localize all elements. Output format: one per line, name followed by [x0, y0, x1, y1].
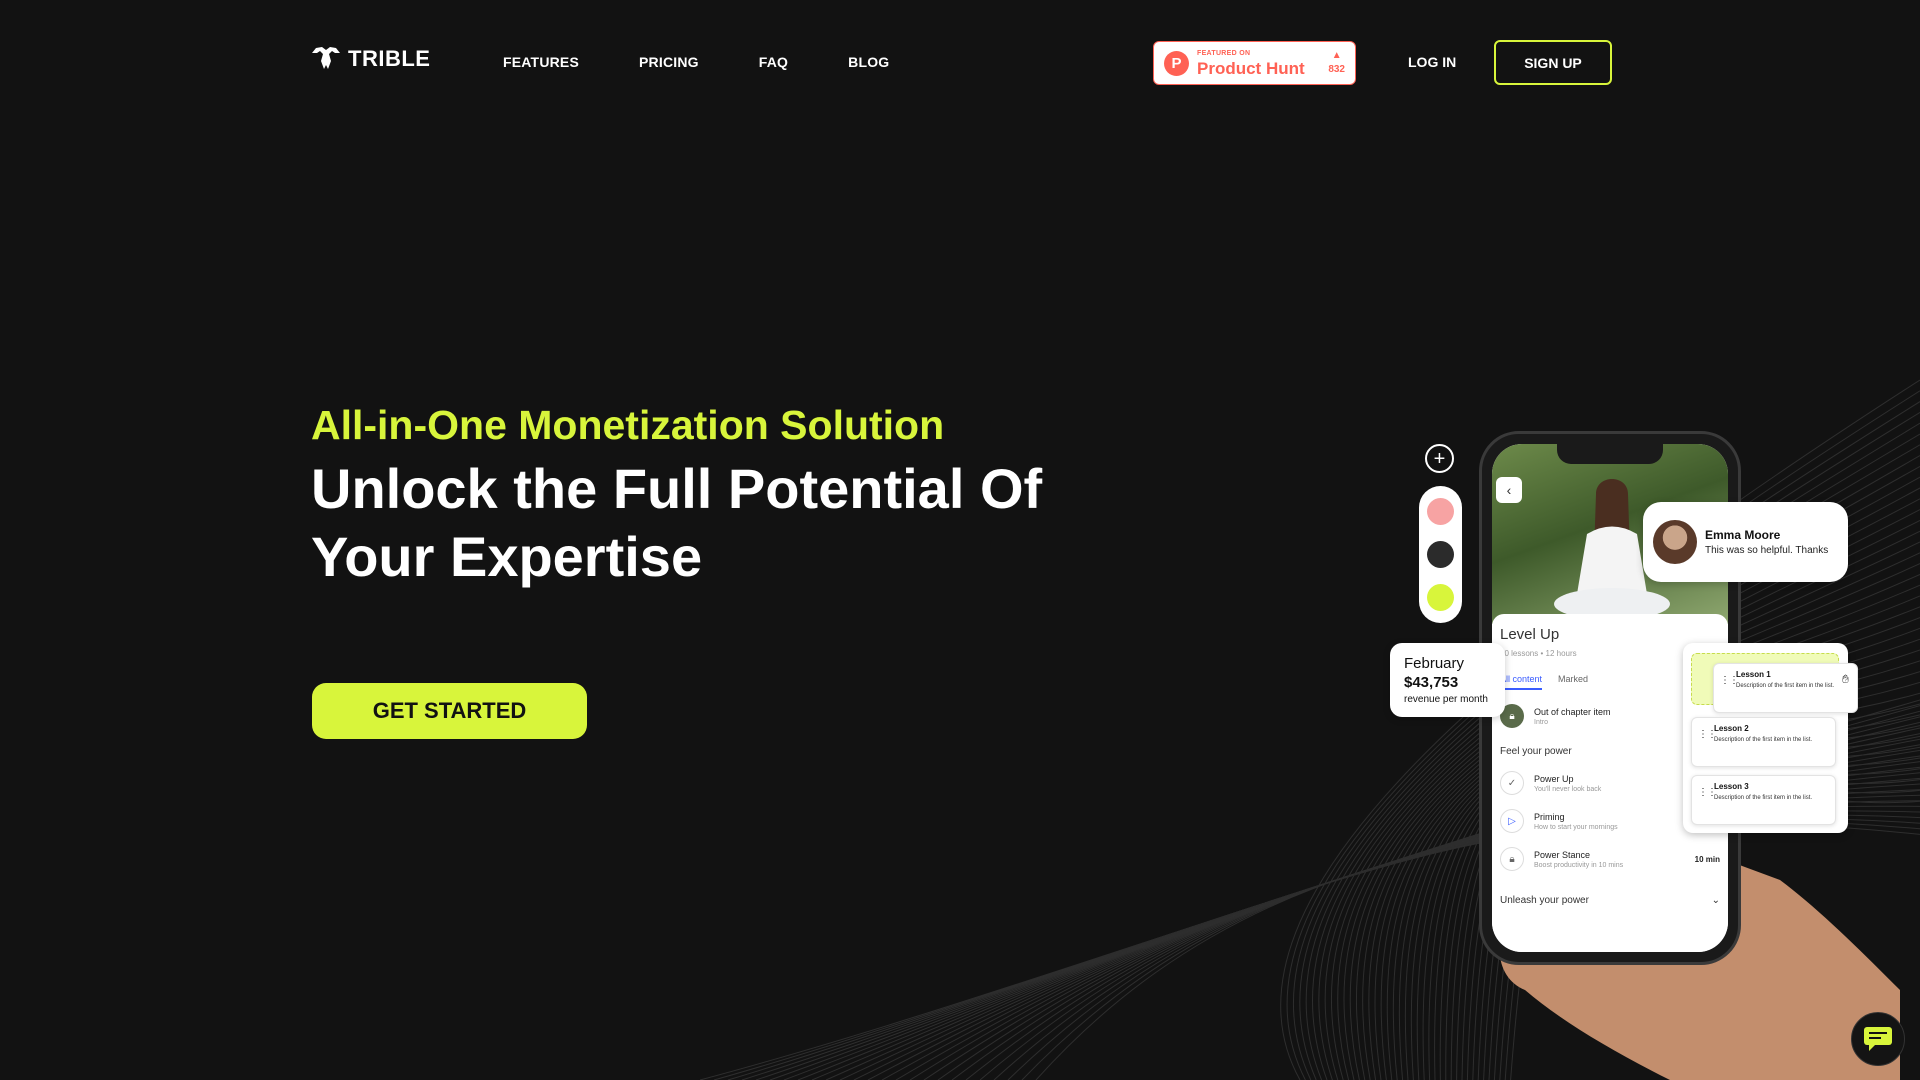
trible-logo-icon [312, 47, 340, 69]
lesson-title: Lesson 1 [1736, 670, 1771, 679]
upvote-arrow-icon: ▲ [1331, 50, 1342, 61]
main-nav: FEATURES PRICING FAQ BLOG [503, 54, 889, 70]
login-link[interactable]: LOG IN [1408, 54, 1456, 70]
tab-all-content[interactable]: All content [1500, 674, 1543, 690]
avatar [1653, 520, 1697, 564]
grab-hand-icon: ✋︎ [1842, 672, 1849, 686]
lesson-desc: Description of the first item in the lis… [1736, 683, 1835, 689]
lock-icon: 🔒︎ [1500, 847, 1524, 871]
chat-button[interactable] [1851, 1012, 1905, 1066]
comment-text: This was so helpful. Thanks [1705, 545, 1829, 556]
nav-pricing[interactable]: PRICING [639, 54, 699, 70]
comment-author: Emma Moore [1705, 528, 1781, 542]
lesson-desc: Description of the first item in the lis… [1714, 795, 1813, 801]
item-title: Power Up [1534, 773, 1574, 784]
drag-handle-icon[interactable]: ⋮⋮ [1698, 788, 1717, 798]
item-title: Out of chapter item [1534, 706, 1611, 717]
swatch-lime [1427, 584, 1454, 611]
product-hunt-badge[interactable]: P FEATURED ON Product Hunt ▲ 832 [1153, 41, 1356, 85]
item-subtitle: How to start your mornings [1534, 823, 1618, 831]
drag-handle-icon[interactable]: ⋮⋮ [1698, 730, 1717, 740]
plus-icon: + [1425, 444, 1454, 473]
hero-kicker: All-in-One Monetization Solution [311, 402, 945, 448]
item-title: Priming [1534, 811, 1565, 822]
item-subtitle: You'll never look back [1534, 785, 1602, 793]
swatch-dark [1427, 541, 1454, 568]
back-button[interactable]: ‹ [1496, 477, 1522, 503]
signup-button[interactable]: SIGN UP [1494, 40, 1612, 85]
phone-notch [1557, 444, 1663, 464]
lesson-item[interactable]: ⋮⋮ Lesson 2 Description of the first ite… [1691, 717, 1836, 767]
lesson-item[interactable]: ⋮⋮ Lesson 1 Description of the first ite… [1713, 663, 1858, 713]
revenue-label: revenue per month [1404, 694, 1488, 705]
nav-faq[interactable]: FAQ [759, 54, 788, 70]
chat-icon [1864, 1027, 1892, 1051]
chevron-down-icon: ⌄ [1711, 895, 1720, 906]
ph-name: Product Hunt [1197, 58, 1305, 78]
swatch-pink [1427, 498, 1454, 525]
item-subtitle: Boost productivity in 10 mins [1534, 861, 1624, 869]
hero-headline: Unlock the Full Potential Of Your Expert… [311, 457, 1043, 588]
revenue-month: February [1404, 655, 1465, 672]
product-hunt-icon: P [1164, 50, 1189, 76]
item-duration: 10 min [1694, 854, 1720, 864]
lessons-card: ⋮⋮ Lesson 1 Description of the first ite… [1683, 643, 1858, 833]
collapsible-section[interactable]: Unleash your power ⌄ [1500, 895, 1720, 906]
tab-marked[interactable]: Marked [1558, 674, 1588, 690]
play-icon: ▷ [1500, 809, 1524, 833]
check-icon: ✓ [1500, 771, 1524, 795]
app-mockup: + ‹ Level Up 10 lessons • 12 hours All c… [1380, 420, 1900, 1080]
revenue-amount: $43,753 [1404, 674, 1459, 691]
nav-features[interactable]: FEATURES [503, 54, 579, 70]
lesson-desc: Description of the first item in the lis… [1714, 737, 1813, 743]
ph-vote-count: 832 [1328, 64, 1345, 75]
nav-blog[interactable]: BLOG [848, 54, 889, 70]
drag-handle-icon[interactable]: ⋮⋮ [1720, 676, 1739, 686]
lesson-title: Lesson 3 [1714, 782, 1749, 791]
brand-name: TRIBLE [348, 46, 431, 71]
course-title: Level Up [1500, 626, 1560, 643]
lesson-item[interactable]: ⋮⋮ Lesson 3 Description of the first ite… [1691, 775, 1836, 825]
item-title: Power Stance [1534, 849, 1591, 860]
list-item[interactable]: 🔒︎ Power Stance Boost productivity in 10… [1500, 847, 1720, 871]
ph-featured-label: FEATURED ON [1197, 49, 1251, 57]
get-started-button[interactable]: GET STARTED [312, 683, 587, 739]
lesson-title: Lesson 2 [1714, 724, 1749, 733]
logo[interactable]: TRIBLE [312, 46, 430, 72]
comment-card: Emma Moore This was so helpful. Thanks [1643, 502, 1848, 582]
revenue-card: February $43,753 revenue per month [1390, 643, 1505, 717]
color-swatches [1419, 486, 1462, 623]
item-subtitle: Intro [1534, 718, 1549, 726]
section-title: Unleash your power [1500, 895, 1589, 906]
